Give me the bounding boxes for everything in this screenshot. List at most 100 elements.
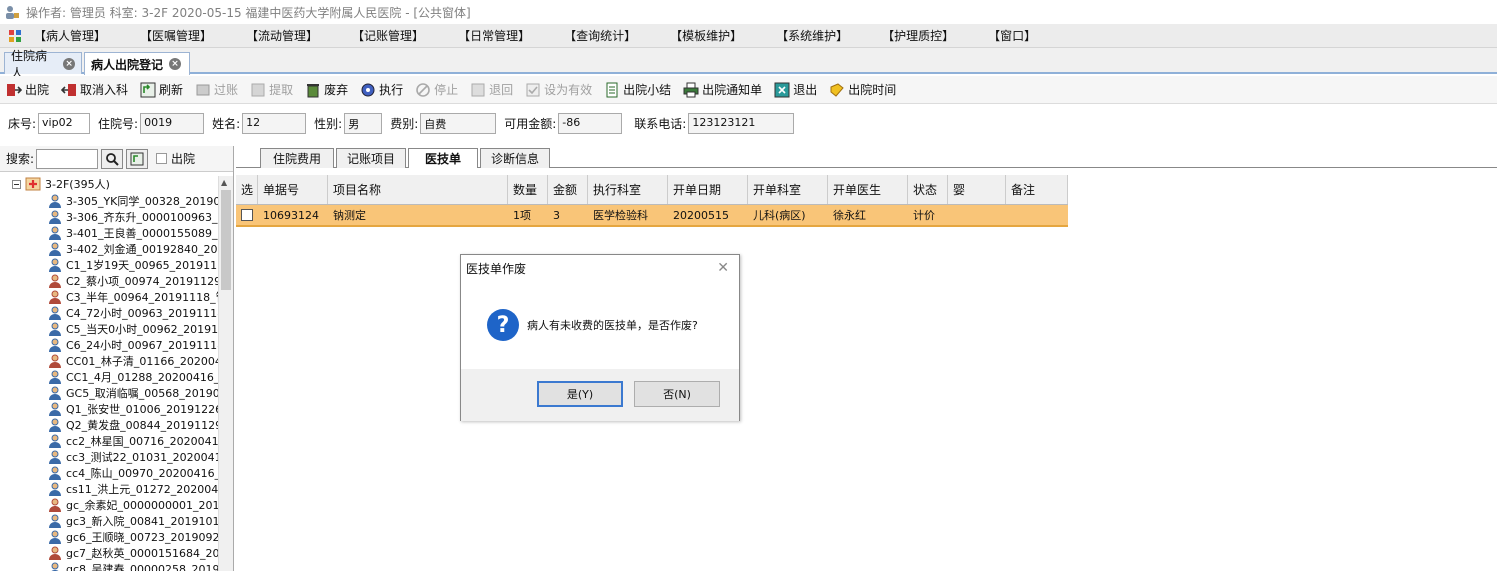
menu-nursing[interactable]: 【护理质控】	[882, 27, 954, 44]
column-header[interactable]: 开单科室	[748, 175, 828, 204]
patient-tree: 3-2F(395人) 3-305_YK同学_00328_201904 3-306_…	[0, 176, 218, 571]
doc-tab-inpatients[interactable]: 住院病人 ×	[4, 49, 82, 80]
menu-billing[interactable]: 【记账管理】	[352, 27, 424, 44]
tree-item-patient[interactable]: gc6_王顺晓_00723_20190920	[48, 529, 218, 545]
doc-tab-discharge[interactable]: 病人出院登记 ×	[84, 52, 190, 75]
exit-button[interactable]: 退出	[774, 81, 817, 98]
tree-item-patient[interactable]: 3-305_YK同学_00328_201904	[48, 193, 218, 209]
column-header[interactable]: 选	[236, 175, 258, 204]
menu-template[interactable]: 【模板维护】	[670, 27, 742, 44]
close-icon[interactable]: ×	[169, 58, 182, 70]
search-input[interactable]	[36, 148, 99, 169]
tree-scrollbar[interactable]: ▲	[218, 176, 233, 571]
scroll-thumb[interactable]	[221, 190, 231, 290]
window-menu-icon[interactable]	[8, 29, 22, 43]
tree-item-patient[interactable]: gc7_赵秋英_0000151684_201	[48, 545, 218, 561]
tab-diagnosis[interactable]: 诊断信息	[480, 148, 550, 168]
execute-button[interactable]: 执行	[360, 81, 403, 98]
tree-item-patient[interactable]: Q2_黄发盘_00844_20191129_	[48, 417, 218, 433]
stop-button[interactable]: 停止	[415, 81, 458, 98]
tree-item-patient[interactable]: cc4_陈山_00970_20200416_管	[48, 465, 218, 481]
tree-item-patient[interactable]: C5_当天0小时_00962_201911	[48, 321, 218, 337]
admission-no-label: 住院号:	[98, 116, 139, 131]
discharge-summary-button[interactable]: 出院小结	[604, 81, 671, 98]
column-header[interactable]: 备注	[1006, 175, 1068, 204]
column-header[interactable]: 开单日期	[668, 175, 748, 204]
female-patient-icon	[49, 274, 61, 288]
close-icon[interactable]: ×	[63, 57, 75, 70]
admission-no-field[interactable]: 0019	[140, 112, 205, 134]
search-button[interactable]	[101, 148, 124, 169]
tree-item-patient[interactable]: CC01_林子清_01166_2020042	[48, 353, 218, 369]
column-header[interactable]: 执行科室	[588, 175, 668, 204]
column-header[interactable]: 金额	[548, 175, 588, 204]
menu-patient[interactable]: 【病人管理】	[34, 27, 106, 44]
table-row[interactable]: 10693124 钠测定 1项 3 医学检验科 20200515 儿科(病区) 徐永红 计价	[236, 205, 1068, 227]
tree-item-patient[interactable]: C4_72小时_00963_20191118_	[48, 305, 218, 321]
discharge-time-button[interactable]: 出院时间	[829, 81, 896, 98]
tab-medtech-orders[interactable]: 医技单	[408, 148, 478, 168]
extract-button[interactable]: 提取	[250, 81, 293, 98]
menu-daily[interactable]: 【日常管理】	[458, 27, 530, 44]
no-button[interactable]: 否(N)	[634, 381, 720, 407]
balance-label: 可用金额:	[504, 116, 557, 131]
discard-button[interactable]: 废弃	[305, 81, 348, 98]
collapse-icon[interactable]	[12, 179, 21, 189]
bed-field[interactable]: vip02	[38, 112, 91, 134]
table-cell: 1项	[513, 209, 531, 222]
tree-item-patient[interactable]: gc8_吴建春_00000258_20191	[48, 561, 218, 571]
tree-root-ward[interactable]: 3-2F(395人)	[12, 176, 110, 192]
tree-item-patient[interactable]: 3-306_齐东升_0000100963_2	[48, 209, 218, 225]
menu-system[interactable]: 【系统维护】	[776, 27, 848, 44]
row-select-cell[interactable]	[236, 205, 258, 225]
cancel-admit-button[interactable]: 取消入科	[61, 81, 128, 98]
phone-field[interactable]: 123123121	[688, 112, 795, 134]
tree-item-patient[interactable]: CC1_4月_01288_20200416_管	[48, 369, 218, 385]
fee-type-field[interactable]: 自费	[420, 112, 497, 134]
tree-item-patient[interactable]: 3-401_王良善_0000155089_2	[48, 225, 218, 241]
tree-item-patient[interactable]: 3-402_刘金通_00192840_201	[48, 241, 218, 257]
tree-item-patient[interactable]: C6_24小时_00967_20191118_	[48, 337, 218, 353]
tree-item-patient[interactable]: Q1_张安世_01006_20191226_	[48, 401, 218, 417]
yes-button[interactable]: 是(Y)	[537, 381, 623, 407]
return-button[interactable]: 退回	[470, 81, 513, 98]
discharge-notice-button[interactable]: 出院通知单	[683, 81, 762, 98]
tab-billing-items[interactable]: 记账项目	[336, 148, 406, 168]
tab-inpatient-fees[interactable]: 住院费用	[260, 148, 334, 168]
discharge-button[interactable]: 出院	[6, 81, 49, 98]
column-header[interactable]: 状态	[908, 175, 948, 204]
tree-item-patient[interactable]: cc2_林星国_00716_20200416	[48, 433, 218, 449]
tree-item-patient[interactable]: C2_蔡小项_00974_20191129_	[48, 273, 218, 289]
tree-item-label: CC01_林子清_01166_2020042	[66, 355, 218, 368]
post-button[interactable]: 过账	[195, 81, 238, 98]
tree-item-patient[interactable]: C3_半年_00964_20191118_管	[48, 289, 218, 305]
refresh-button[interactable]: 刷新	[140, 81, 183, 98]
menu-flow[interactable]: 【流动管理】	[246, 27, 318, 44]
refresh-tree-button[interactable]	[126, 148, 149, 169]
name-label: 姓名:	[212, 116, 241, 131]
menu-orders[interactable]: 【医嘱管理】	[140, 27, 212, 44]
column-header[interactable]: 数量	[508, 175, 548, 204]
tree-item-patient[interactable]: cc3_测试22_01031_20200416	[48, 449, 218, 465]
name-field[interactable]: 12	[242, 112, 307, 134]
menu-window[interactable]: 【窗口】	[988, 27, 1036, 44]
set-valid-button[interactable]: 设为有效	[525, 81, 592, 98]
tree-item-patient[interactable]: C1_1岁19天_00965_20191118	[48, 257, 218, 273]
row-select-checkbox[interactable]	[241, 209, 253, 221]
balance-field[interactable]: -86	[558, 112, 623, 134]
close-icon[interactable]: ✕	[717, 260, 729, 276]
column-header[interactable]: 开单医生	[828, 175, 908, 204]
column-header[interactable]: 单据号	[258, 175, 328, 204]
menu-query[interactable]: 【查询统计】	[564, 27, 636, 44]
window-title: 操作者: 管理员 科室: 3-2F 2020-05-15 福建中医药大学附属人民…	[26, 5, 471, 20]
tree-item-patient[interactable]: gc3_新入院_00841_20191017	[48, 513, 218, 529]
discharged-checkbox[interactable]	[156, 153, 168, 164]
tree-item-patient[interactable]: GC5_取消临嘱_00568_201907	[48, 385, 218, 401]
tree-item-patient[interactable]: gc_余素妃_0000000001_2016	[48, 497, 218, 513]
column-header[interactable]: 婴	[948, 175, 1006, 204]
female-patient-icon	[49, 290, 61, 304]
column-header[interactable]: 项目名称	[328, 175, 508, 204]
tree-item-patient[interactable]: cs11_洪上元_01272_2020040	[48, 481, 218, 497]
sex-field[interactable]: 男	[344, 112, 383, 134]
scroll-up-icon[interactable]: ▲	[221, 178, 227, 187]
